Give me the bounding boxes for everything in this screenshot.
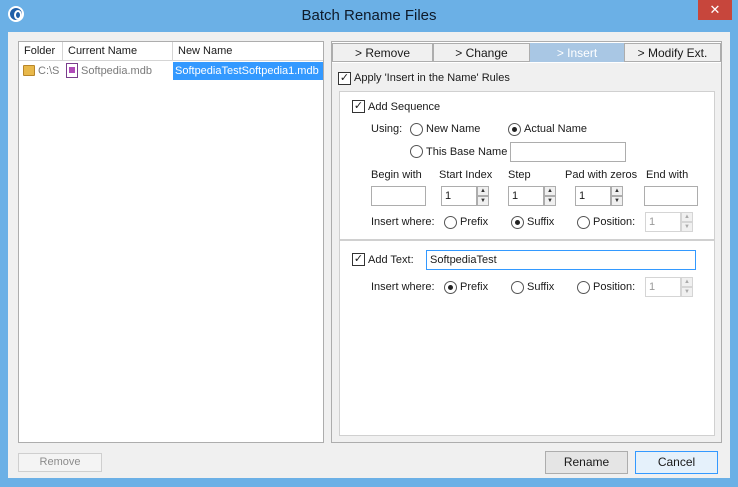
text-insert-where-label: Insert where:	[371, 281, 435, 293]
seq-suffix-label: Suffix	[527, 216, 555, 228]
add-sequence-label: Add Sequence	[368, 101, 441, 113]
window-title: Batch Rename Files	[301, 7, 437, 24]
using-base-name-radio[interactable]	[410, 145, 423, 158]
spin-up-icon[interactable]: ▲	[544, 186, 556, 196]
using-base-name-label: This Base Name	[426, 146, 508, 158]
rename-button[interactable]: Rename	[545, 451, 628, 474]
spin-down-icon[interactable]: ▼	[544, 196, 556, 206]
tab-change[interactable]: > Change	[433, 43, 530, 62]
using-label: Using:	[371, 123, 403, 135]
spin-up-icon[interactable]: ▲	[681, 277, 693, 287]
seq-position-spinner[interactable]: ▲ ▼	[681, 212, 693, 232]
rules-pane: > Remove > Change > Insert > Modify Ext.…	[331, 41, 722, 443]
apply-insert-checkbox[interactable]: ✓	[338, 72, 351, 85]
start-index-label: Start Index	[439, 169, 493, 181]
text-position-spinner[interactable]: ▲ ▼	[681, 277, 693, 297]
step-spinner[interactable]: ▲ ▼	[544, 186, 556, 206]
folder-cell: C:\S	[19, 62, 63, 80]
text-position-input[interactable]: 1	[645, 277, 681, 297]
spin-down-icon[interactable]: ▼	[681, 222, 693, 232]
column-new-name[interactable]: New Name	[173, 42, 323, 61]
current-name-cell: Softpedia.mdb	[63, 62, 173, 80]
tab-insert[interactable]: > Insert	[530, 43, 624, 62]
using-actual-name-label: Actual Name	[524, 123, 587, 135]
apply-insert-label: Apply 'Insert in the Name' Rules	[354, 72, 510, 84]
text-position-label: Position:	[593, 281, 636, 293]
seq-position-input[interactable]: 1	[645, 212, 681, 232]
text-prefix-label: Prefix	[460, 281, 489, 293]
text-suffix-label: Suffix	[527, 281, 555, 293]
sequence-group: ✓ Add Sequence Using: New Name Actual Na…	[339, 91, 715, 240]
tab-remove[interactable]: > Remove	[332, 43, 433, 62]
seq-position-label: Position:	[593, 216, 636, 228]
table-row[interactable]: C:\S Softpedia.mdb SoftpediaTestSoftpedi…	[19, 62, 323, 80]
pad-zeros-label: Pad with zeros	[565, 169, 638, 181]
spin-up-icon[interactable]: ▲	[611, 186, 623, 196]
remove-button[interactable]: Remove	[18, 453, 102, 472]
client-area: Folder Current Name New Name C:\S Softpe…	[8, 32, 730, 478]
insert-tab-body: ✓ Apply 'Insert in the Name' Rules ✓ Add…	[332, 63, 721, 442]
begin-with-label: Begin with	[371, 169, 422, 181]
spin-down-icon[interactable]: ▼	[611, 196, 623, 206]
spin-up-icon[interactable]: ▲	[681, 212, 693, 222]
start-index-spinner[interactable]: ▲ ▼	[477, 186, 489, 206]
add-text-label: Add Text:	[368, 254, 414, 266]
column-current-name[interactable]: Current Name	[63, 42, 173, 61]
text-position-radio[interactable]	[577, 281, 590, 294]
add-text-group: ✓ Add Text: SoftpediaTest Insert where: …	[339, 240, 715, 436]
batch-rename-window: Batch Rename Files ✕ Folder Current Name…	[0, 0, 738, 487]
text-prefix-radio[interactable]	[444, 281, 457, 294]
using-new-name-radio[interactable]	[410, 123, 423, 136]
close-button[interactable]: ✕	[698, 0, 732, 20]
seq-prefix-radio[interactable]	[444, 216, 457, 229]
file-icon	[66, 63, 78, 78]
folder-icon	[23, 65, 35, 76]
tab-modify-ext[interactable]: > Modify Ext.	[624, 43, 721, 62]
add-text-input[interactable]: SoftpediaTest	[426, 250, 696, 270]
list-header: Folder Current Name New Name	[19, 42, 323, 61]
tab-strip: > Remove > Change > Insert > Modify Ext.	[332, 42, 721, 62]
title-bar: Batch Rename Files ✕	[0, 0, 738, 32]
end-with-label: End with	[646, 169, 689, 181]
seq-prefix-label: Prefix	[460, 216, 489, 228]
file-list[interactable]: Folder Current Name New Name C:\S Softpe…	[18, 41, 324, 443]
pad-zeros-input[interactable]: 1	[575, 186, 611, 206]
begin-with-input[interactable]	[371, 186, 426, 206]
add-sequence-checkbox[interactable]: ✓	[352, 100, 365, 113]
spin-down-icon[interactable]: ▼	[681, 287, 693, 297]
add-text-checkbox[interactable]: ✓	[352, 253, 365, 266]
using-new-name-label: New Name	[426, 123, 481, 135]
cancel-button[interactable]: Cancel	[635, 451, 718, 474]
end-with-input[interactable]	[644, 186, 698, 206]
seq-position-radio[interactable]	[577, 216, 590, 229]
spin-down-icon[interactable]: ▼	[477, 196, 489, 206]
pad-zeros-spinner[interactable]: ▲ ▼	[611, 186, 623, 206]
text-suffix-radio[interactable]	[511, 281, 524, 294]
step-label: Step	[508, 169, 531, 181]
using-actual-name-radio[interactable]	[508, 123, 521, 136]
step-input[interactable]: 1	[508, 186, 544, 206]
spin-up-icon[interactable]: ▲	[477, 186, 489, 196]
start-index-input[interactable]: 1	[441, 186, 477, 206]
base-name-input[interactable]	[510, 142, 626, 162]
seq-suffix-radio[interactable]	[511, 216, 524, 229]
seq-insert-where-label: Insert where:	[371, 216, 435, 228]
new-name-cell: SoftpediaTestSoftpedia1.mdb	[173, 62, 323, 80]
column-folder[interactable]: Folder	[19, 42, 63, 61]
